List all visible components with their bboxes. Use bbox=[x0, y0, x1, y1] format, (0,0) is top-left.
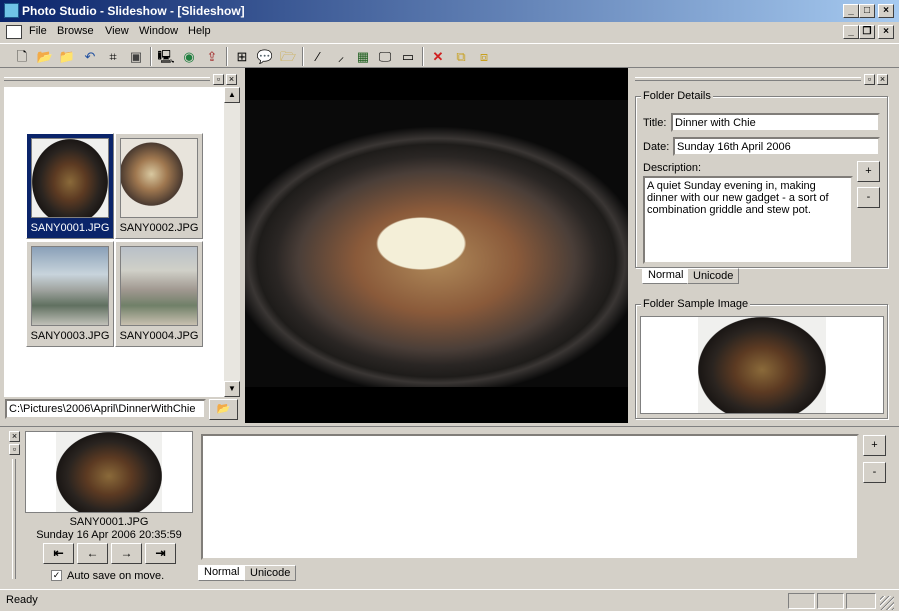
thumbnail-image bbox=[120, 246, 198, 326]
caption-shrink-button[interactable]: - bbox=[863, 462, 886, 483]
status-bar: Ready bbox=[0, 589, 899, 611]
caption-panel: × ▫ SANY0001.JPG Sunday 16 Apr 2006 20:3… bbox=[0, 426, 899, 588]
thumbnail-scrollbar[interactable]: ▲ ▼ bbox=[224, 87, 240, 397]
status-text: Ready bbox=[6, 594, 38, 606]
scroll-up-button[interactable]: ▲ bbox=[224, 87, 240, 103]
panel-close-button[interactable]: × bbox=[9, 431, 20, 442]
panel-restore-button[interactable]: ▫ bbox=[213, 74, 224, 85]
xml-wand-icon[interactable]: ⸝ bbox=[331, 47, 351, 66]
menu-window[interactable]: Window bbox=[139, 25, 178, 37]
current-datetime: Sunday 16 Apr 2006 20:35:59 bbox=[36, 529, 182, 541]
date-label: Date: bbox=[643, 141, 670, 153]
maximize-button[interactable]: □ bbox=[859, 4, 875, 18]
date-field[interactable] bbox=[673, 137, 880, 156]
monitor-icon[interactable]: ▭ bbox=[398, 47, 418, 66]
thumbnail-item[interactable]: SANY0003.JPG bbox=[26, 241, 114, 347]
app-icon bbox=[4, 3, 19, 18]
mdi-minimize-button[interactable]: _ bbox=[843, 25, 859, 39]
description-field[interactable]: A quiet Sunday evening in, making dinner… bbox=[643, 176, 853, 264]
thumbnail-label: SANY0001.JPG bbox=[30, 222, 110, 234]
next-button[interactable]: → bbox=[111, 543, 142, 564]
title-bar: Photo Studio - Slideshow - [Slideshow] _… bbox=[0, 0, 899, 22]
wand-icon[interactable]: ⁄ bbox=[308, 47, 328, 66]
main-photo bbox=[245, 100, 628, 387]
current-thumb-image bbox=[56, 432, 162, 512]
panel-restore-button[interactable]: ▫ bbox=[864, 74, 875, 85]
resize-grip[interactable] bbox=[880, 596, 894, 610]
capture-icon[interactable]: ⌗ bbox=[103, 47, 123, 66]
browse-folder-icon[interactable]: 📁 bbox=[57, 47, 77, 66]
thumbnail-item[interactable]: SANY0004.JPG bbox=[115, 241, 203, 347]
caption-textarea[interactable] bbox=[201, 434, 859, 560]
toolbar: 🗋 📂 📁 ↶ ⌗ ▣ 🖳 ◉ ⇪ ⊞ 💬 🗁 ⁄ ⸝ ▦ 🖵 ▭ ✕ ⧉ ⧈ bbox=[0, 43, 899, 68]
export-icon[interactable]: ⇪ bbox=[202, 47, 222, 66]
grid-view-icon[interactable]: ⊞ bbox=[232, 47, 252, 66]
window-title: Photo Studio - Slideshow - [Slideshow] bbox=[22, 4, 245, 18]
folder-details-label: Folder Details bbox=[641, 90, 713, 102]
menu-file[interactable]: File bbox=[29, 25, 47, 37]
caption-icon[interactable]: 💬 bbox=[255, 47, 275, 66]
autosave-checkbox[interactable]: ✓ bbox=[51, 570, 62, 581]
caption-enlarge-button[interactable]: + bbox=[863, 435, 886, 456]
mdi-close-button[interactable]: × bbox=[878, 25, 894, 39]
menu-view[interactable]: View bbox=[105, 25, 129, 37]
autosave-label: Auto save on move. bbox=[67, 570, 165, 582]
move-folder-icon[interactable]: ⧈ bbox=[474, 47, 494, 66]
slideshow-icon[interactable]: 🖳 bbox=[156, 47, 176, 66]
menu-browse[interactable]: Browse bbox=[57, 25, 94, 37]
folder-panel: ▫ × Folder Details Title: Date: Descript… bbox=[630, 69, 899, 424]
tab-normal[interactable]: Normal bbox=[642, 268, 690, 284]
current-thumb-frame bbox=[25, 431, 193, 513]
title-label: Title: bbox=[643, 117, 667, 129]
caption-tab-unicode[interactable]: Unicode bbox=[244, 565, 297, 581]
main-photo-view bbox=[245, 68, 628, 423]
close-button[interactable]: × bbox=[878, 4, 894, 18]
panel-close-button[interactable]: × bbox=[877, 74, 888, 85]
thumbnail-label: SANY0004.JPG bbox=[119, 330, 199, 342]
title-field[interactable] bbox=[671, 113, 880, 132]
menu-bar: File Browse View Window Help _ ❐ × bbox=[0, 22, 899, 42]
table-icon[interactable]: ▦ bbox=[353, 47, 373, 66]
shrink-button[interactable]: - bbox=[857, 187, 880, 208]
folder-caption-icon[interactable]: 🗁 bbox=[278, 47, 298, 66]
thumbnail-item[interactable]: SANY0001.JPG bbox=[26, 133, 114, 239]
menu-help[interactable]: Help bbox=[188, 25, 211, 37]
last-button[interactable]: ⇥ bbox=[145, 543, 176, 564]
folder-sample-frame bbox=[640, 316, 884, 414]
thumbnail-image bbox=[120, 138, 198, 218]
open-folder-icon[interactable]: 📂 bbox=[35, 47, 55, 66]
delete-icon[interactable]: ✕ bbox=[428, 47, 448, 66]
previous-button[interactable]: ← bbox=[77, 543, 108, 564]
web-icon[interactable]: ◉ bbox=[179, 47, 199, 66]
document-icon[interactable] bbox=[6, 25, 22, 39]
scroll-down-button[interactable]: ▼ bbox=[224, 381, 240, 397]
panel-close-button[interactable]: × bbox=[226, 74, 237, 85]
folder-sample-label: Folder Sample Image bbox=[641, 298, 751, 310]
copy-folder-icon[interactable]: ⧉ bbox=[451, 47, 471, 66]
undo-icon[interactable]: ↶ bbox=[80, 47, 100, 66]
caption-tab-normal[interactable]: Normal bbox=[198, 565, 246, 581]
current-filename: SANY0001.JPG bbox=[69, 516, 149, 528]
minimize-button[interactable]: _ bbox=[843, 4, 859, 18]
thumbnail-panel: ▫ × SANY0001.JPG SANY0002.JPG SANY0003.J… bbox=[0, 69, 244, 424]
thumbnail-item[interactable]: SANY0002.JPG bbox=[115, 133, 203, 239]
browse-path-button[interactable]: 📂 bbox=[209, 399, 238, 420]
panel-restore-button[interactable]: ▫ bbox=[9, 444, 20, 455]
thumbnail-image bbox=[31, 246, 109, 326]
new-icon[interactable]: 🗋 bbox=[12, 47, 32, 66]
save-icon[interactable]: ▣ bbox=[126, 47, 146, 66]
mdi-restore-button[interactable]: ❐ bbox=[859, 25, 875, 39]
thumbnail-label: SANY0003.JPG bbox=[30, 330, 110, 342]
enlarge-button[interactable]: + bbox=[857, 161, 880, 182]
display-icon[interactable]: 🖵 bbox=[375, 47, 395, 66]
thumbnail-label: SANY0002.JPG bbox=[119, 222, 199, 234]
folder-sample-image bbox=[698, 317, 826, 413]
path-field[interactable] bbox=[5, 399, 206, 419]
first-button[interactable]: ⇤ bbox=[43, 543, 74, 564]
description-label: Description: bbox=[643, 162, 702, 174]
tab-unicode[interactable]: Unicode bbox=[687, 268, 740, 284]
thumbnail-image bbox=[31, 138, 109, 218]
thumbnail-list: SANY0001.JPG SANY0002.JPG SANY0003.JPG S… bbox=[4, 87, 224, 397]
